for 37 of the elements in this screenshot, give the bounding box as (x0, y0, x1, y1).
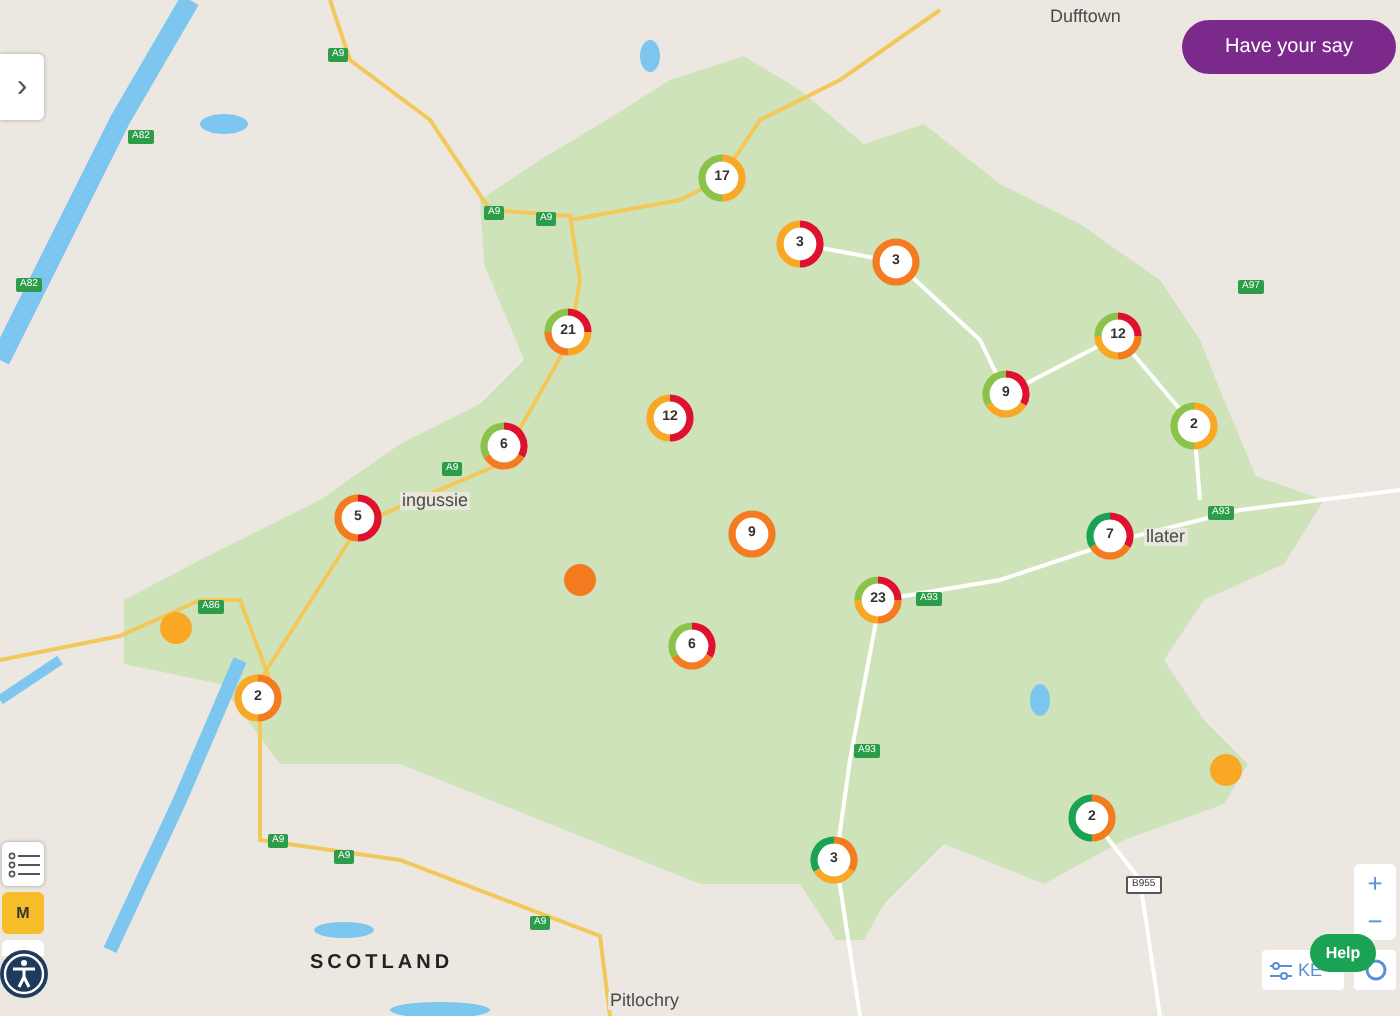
loch (0, 655, 63, 705)
cluster-marker-center[interactable] (341, 501, 375, 535)
loch (1030, 684, 1050, 716)
have-your-say-button[interactable]: Have your say (1182, 20, 1396, 74)
list-icon (7, 851, 39, 877)
cluster-marker-center[interactable] (735, 517, 769, 551)
zoom-in-button[interactable]: + (1354, 864, 1396, 902)
cluster-marker-center[interactable] (879, 245, 913, 279)
cluster-marker-center[interactable] (989, 377, 1023, 411)
circle-icon (1363, 958, 1387, 982)
place-label: llater (1144, 528, 1188, 546)
loch (314, 922, 374, 938)
place-label: ingussie (400, 492, 471, 510)
zoom-out-button[interactable]: − (1354, 902, 1396, 940)
cluster-marker-center[interactable] (1093, 519, 1127, 553)
list-button[interactable] (2, 842, 44, 886)
place-label: Dufftown (1048, 8, 1123, 26)
loch (390, 1002, 490, 1016)
cluster-marker-center[interactable] (675, 629, 709, 663)
accessibility-icon[interactable] (0, 950, 48, 998)
region-label: SCOTLAND (310, 954, 454, 974)
cluster-marker-center[interactable] (1177, 409, 1211, 443)
cluster-marker-center[interactable] (817, 843, 851, 877)
cluster-marker-center[interactable] (551, 315, 585, 349)
loch (640, 40, 660, 72)
cluster-marker-center[interactable] (487, 429, 521, 463)
cluster-marker-center[interactable] (783, 227, 817, 261)
place-label: Pitlochry (608, 992, 682, 1010)
sliders-icon (1270, 961, 1292, 979)
cluster-marker-center[interactable] (1075, 801, 1109, 835)
sidebar-toggle-button[interactable]: › (0, 54, 44, 120)
cluster-marker-center[interactable] (705, 161, 739, 195)
map-style-button[interactable]: M (2, 892, 44, 934)
cluster-marker-center[interactable] (1101, 319, 1135, 353)
cluster-marker-center[interactable] (653, 401, 687, 435)
cluster-marker-center[interactable] (241, 681, 275, 715)
cluster-marker-center[interactable] (861, 583, 895, 617)
